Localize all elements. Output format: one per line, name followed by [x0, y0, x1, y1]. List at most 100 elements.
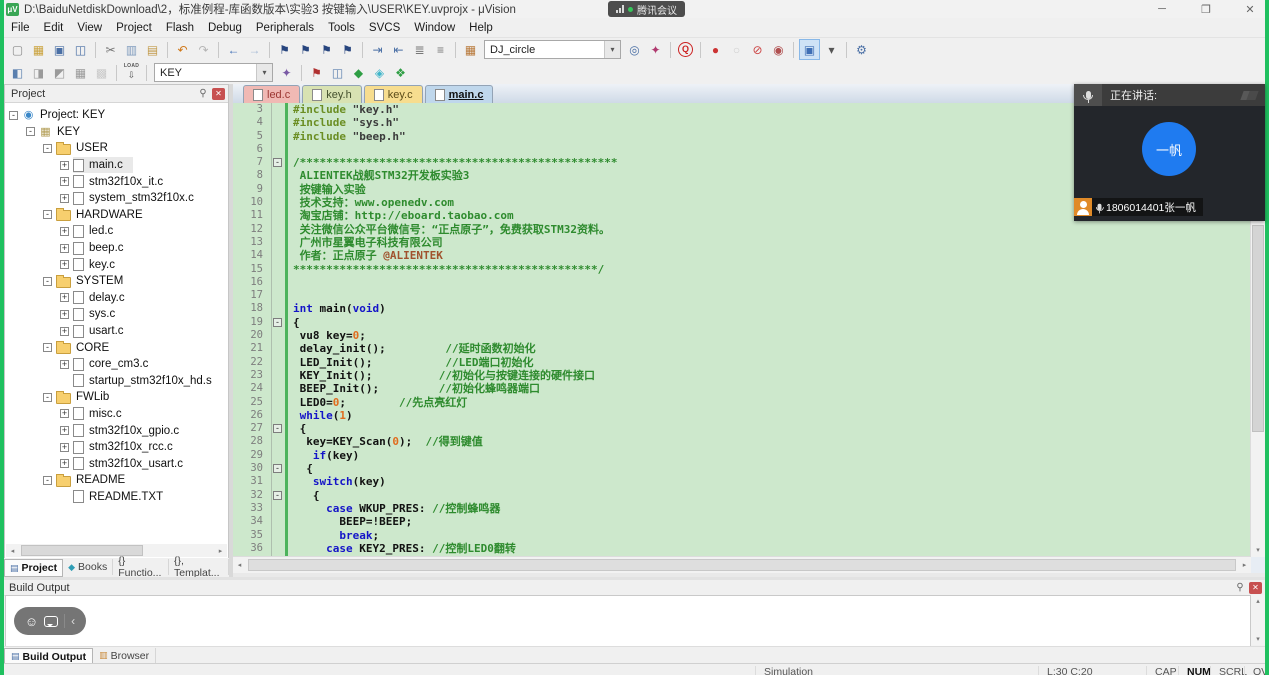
scroll-right-icon[interactable]: ▸: [214, 547, 227, 555]
fold-collapse-icon[interactable]: -: [271, 422, 285, 435]
indent-icon[interactable]: ⇥: [368, 40, 387, 59]
tree-item-system[interactable]: -SYSTEM: [5, 273, 228, 290]
menu-view[interactable]: View: [70, 22, 109, 34]
scroll-up-icon[interactable]: ▴: [1252, 597, 1265, 605]
expand-icon[interactable]: +: [60, 327, 69, 336]
expand-icon[interactable]: +: [60, 227, 69, 236]
editor-tab-main-c[interactable]: main.c: [425, 85, 494, 103]
bookmark-toggle-icon[interactable]: ⚑: [275, 40, 294, 59]
target-options-icon[interactable]: ✦: [277, 63, 296, 82]
tree-item-key[interactable]: -▦KEY: [5, 124, 228, 141]
bookmark-clear-icon[interactable]: ⚑: [338, 40, 357, 59]
bottom-tab-browser[interactable]: ▥Browser: [93, 648, 156, 663]
panel-tab-functions[interactable]: {} Functio...: [113, 559, 169, 575]
expand-icon[interactable]: +: [60, 310, 69, 319]
vscroll-thumb[interactable]: [1252, 225, 1264, 432]
emoji-reaction-icon[interactable]: ☺: [25, 614, 38, 629]
expand-icon[interactable]: +: [60, 360, 69, 369]
tree-item-readme-txt[interactable]: README.TXT: [5, 489, 228, 506]
open-folder-icon[interactable]: ▦: [29, 40, 48, 59]
editor-tab-key-c[interactable]: key.c: [364, 85, 423, 103]
batch-build-icon[interactable]: ▦: [71, 63, 90, 82]
manage-run-time-icon[interactable]: ◈: [370, 63, 389, 82]
build-icon[interactable]: ◨: [29, 63, 48, 82]
bookmark-next-icon[interactable]: ⚑: [317, 40, 336, 59]
tree-item-beep-c[interactable]: +beep.c: [5, 240, 228, 257]
expand-icon[interactable]: +: [60, 244, 69, 253]
tree-item-system-stm32f10x-c[interactable]: +system_stm32f10x.c: [5, 190, 228, 207]
scroll-left-icon[interactable]: ◂: [233, 561, 246, 569]
menu-edit[interactable]: Edit: [37, 22, 71, 34]
tree-item-main-c[interactable]: +main.c: [5, 157, 228, 174]
insert-breakpoint-icon[interactable]: ●: [706, 40, 725, 59]
load-download-icon[interactable]: LOAD⇩: [122, 63, 141, 82]
find-combobox[interactable]: DJ_circle▾: [484, 40, 621, 59]
copy-icon[interactable]: ▥: [122, 40, 141, 59]
collapse-icon[interactable]: -: [43, 144, 52, 153]
scroll-right-icon[interactable]: ▸: [1238, 561, 1251, 569]
menu-debug[interactable]: Debug: [201, 22, 249, 34]
dropdown-caret-icon[interactable]: ▾: [256, 64, 272, 81]
stop-build-icon[interactable]: ▩: [92, 63, 111, 82]
bookmark-prev-icon[interactable]: ⚑: [296, 40, 315, 59]
tree-item-startup-stm32f10x-hd-s[interactable]: startup_stm32f10x_hd.s: [5, 373, 228, 390]
fold-collapse-icon[interactable]: -: [271, 489, 285, 502]
tree-item-stm32f10x-gpio-c[interactable]: +stm32f10x_gpio.c: [5, 422, 228, 439]
panel-tab-templates[interactable]: {}, Templat...: [169, 559, 229, 575]
scroll-down-icon[interactable]: ▾: [1251, 544, 1265, 557]
paste-icon[interactable]: ▤: [143, 40, 162, 59]
window-dropdown-caret-icon[interactable]: ▾: [822, 40, 841, 59]
expand-icon[interactable]: +: [60, 194, 69, 203]
editor-tab-led-c[interactable]: led.c: [243, 85, 300, 103]
kill-breakpoints-icon[interactable]: ◉: [769, 40, 788, 59]
find-in-files-icon[interactable]: ◎: [625, 40, 644, 59]
redo-icon[interactable]: ↷: [194, 40, 213, 59]
navigate-forward-icon[interactable]: →: [245, 40, 264, 59]
navigate-back-icon[interactable]: ←: [224, 40, 243, 59]
collapse-icon[interactable]: -: [43, 476, 52, 485]
menu-peripherals[interactable]: Peripherals: [249, 22, 321, 34]
meeting-overlay[interactable]: 正在讲话: 一帆 1806014401张一帆: [1074, 84, 1265, 221]
collapse-icon[interactable]: -: [43, 210, 52, 219]
expand-icon[interactable]: +: [60, 161, 69, 170]
menu-svcs[interactable]: SVCS: [362, 22, 407, 34]
target-select-combobox[interactable]: KEY▾: [154, 63, 273, 82]
expand-icon[interactable]: +: [60, 459, 69, 468]
meeting-reaction-bar[interactable]: ☺ ‹: [14, 607, 86, 635]
menu-tools[interactable]: Tools: [321, 22, 362, 34]
manage-components-icon[interactable]: ◆: [349, 63, 368, 82]
collapse-icon[interactable]: -: [43, 393, 52, 402]
expand-icon[interactable]: +: [60, 426, 69, 435]
save-icon[interactable]: ▣: [50, 40, 69, 59]
cut-icon[interactable]: ✂: [101, 40, 120, 59]
tree-item-core[interactable]: -CORE: [5, 339, 228, 356]
collapse-icon[interactable]: -: [43, 277, 52, 286]
debug-flag-icon[interactable]: ⚑: [307, 63, 326, 82]
tree-item-sys-c[interactable]: +sys.c: [5, 306, 228, 323]
find-magnifier-icon[interactable]: Q: [676, 40, 695, 59]
tree-item-stm32f10x-it-c[interactable]: +stm32f10x_it.c: [5, 173, 228, 190]
panel-close-icon[interactable]: ✕: [1249, 582, 1262, 594]
panel-tab-project[interactable]: ▤Project: [4, 559, 63, 577]
function-book-icon[interactable]: ▦: [461, 40, 480, 59]
tree-item-led-c[interactable]: +led.c: [5, 223, 228, 240]
tree-item-stm32f10x-usart-c[interactable]: +stm32f10x_usart.c: [5, 455, 228, 472]
collapse-chevron-icon[interactable]: ‹: [71, 614, 75, 628]
dropdown-caret-icon[interactable]: ▾: [604, 41, 620, 58]
uncomment-selection-icon[interactable]: ≡: [431, 40, 450, 59]
expand-icon[interactable]: +: [60, 443, 69, 452]
tree-item-key-c[interactable]: +key.c: [5, 256, 228, 273]
window-split-icon[interactable]: ◫: [328, 63, 347, 82]
current-window-icon[interactable]: ▣: [799, 39, 820, 60]
build-output-vscrollbar[interactable]: ▴ ▾: [1251, 595, 1265, 645]
menu-project[interactable]: Project: [109, 22, 159, 34]
tree-item-stm32f10x-rcc-c[interactable]: +stm32f10x_rcc.c: [5, 439, 228, 456]
tencent-meeting-badge[interactable]: 腾讯会议: [608, 1, 685, 17]
tree-item-user[interactable]: -USER: [5, 140, 228, 157]
editor-hscrollbar[interactable]: ◂ ▸: [233, 556, 1251, 573]
enable-breakpoint-icon[interactable]: ○: [727, 40, 746, 59]
menu-window[interactable]: Window: [407, 22, 462, 34]
close-button[interactable]: ✕: [1243, 3, 1257, 16]
editor-tab-key-h[interactable]: key.h: [302, 85, 361, 103]
expand-icon[interactable]: +: [60, 260, 69, 269]
